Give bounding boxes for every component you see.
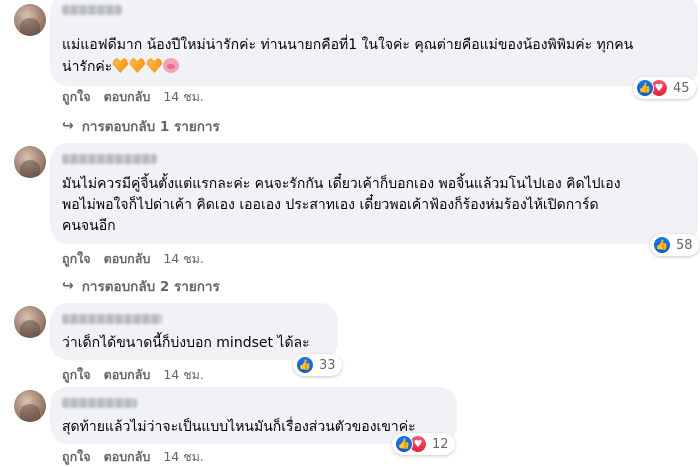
like-link[interactable]: ถูกใจ xyxy=(62,87,91,107)
reaction-summary[interactable]: 👍 ♥ 12 xyxy=(392,433,455,455)
reaction-count: 12 xyxy=(432,436,449,452)
author-name-blurred[interactable] xyxy=(62,154,157,164)
like-reaction-icon: 👍 xyxy=(653,236,671,254)
like-reaction-icon: 👍 xyxy=(636,79,654,97)
avatar[interactable] xyxy=(14,4,46,36)
comment-actions: ถูกใจ ตอบกลับ 14 ชม. xyxy=(62,365,204,385)
timestamp[interactable]: 14 ชม. xyxy=(163,249,204,269)
comment-bubble: ว่าเด็กได้ขนาดนี้ก็บ่งบอก mindset ได้ละ xyxy=(50,303,338,360)
emoji-row xyxy=(112,56,180,75)
like-reaction-icon: 👍 xyxy=(296,356,314,374)
pig-face-icon xyxy=(163,58,180,73)
author-name-blurred[interactable] xyxy=(62,314,162,324)
orange-heart-icon xyxy=(146,58,163,73)
replies-label[interactable]: การตอบกลับ 2 รายการ xyxy=(82,275,220,297)
comment-bubble: มันไม่ควรมีคู่จิ้นตั้งแต่แรกละค่ะ คนจะรั… xyxy=(50,143,698,244)
timestamp[interactable]: 14 ชม. xyxy=(163,87,204,107)
reply-link[interactable]: ตอบกลับ xyxy=(104,447,151,467)
reply-link[interactable]: ตอบกลับ xyxy=(104,249,151,269)
like-reaction-icon: 👍 xyxy=(395,435,413,453)
reaction-count: 58 xyxy=(676,237,693,253)
comment-actions: ถูกใจ ตอบกลับ 14 ชม. xyxy=(62,87,204,107)
view-replies[interactable]: ↪ การตอบกลับ 1 รายการ xyxy=(62,115,220,137)
comment-bubble: แม่แอฟดีมาก น้องปีใหม่น่ารักค่ะ ท่านนายก… xyxy=(50,0,698,86)
reply-arrow-icon: ↪ xyxy=(62,278,74,294)
comment-text: สุดท้ายแล้วไม่ว่าจะเป็นแบบไหนมันก็เรื่อง… xyxy=(62,419,416,435)
comment-text: มันไม่ควรมีคู่จิ้นตั้งแต่แรกละค่ะ คนจะรั… xyxy=(62,176,621,234)
reply-link[interactable]: ตอบกลับ xyxy=(104,87,151,107)
reaction-summary[interactable]: 👍 33 xyxy=(293,354,342,376)
timestamp[interactable]: 14 ชม. xyxy=(163,365,204,385)
like-link[interactable]: ถูกใจ xyxy=(62,249,91,269)
reaction-summary[interactable]: 👍 ♥ 45 xyxy=(633,77,696,99)
view-replies[interactable]: ↪ การตอบกลับ 2 รายการ xyxy=(62,275,220,297)
orange-heart-icon xyxy=(112,58,129,73)
comment-text: ว่าเด็กได้ขนาดนี้ก็บ่งบอก mindset ได้ละ xyxy=(62,335,310,351)
avatar[interactable] xyxy=(14,146,46,178)
reaction-summary[interactable]: 👍 58 xyxy=(650,234,699,256)
reaction-count: 33 xyxy=(319,357,336,373)
avatar[interactable] xyxy=(14,306,46,338)
replies-label[interactable]: การตอบกลับ 1 รายการ xyxy=(82,115,220,137)
avatar[interactable] xyxy=(14,390,46,422)
author-name-blurred[interactable] xyxy=(62,398,137,408)
reaction-count: 45 xyxy=(673,80,690,96)
timestamp[interactable]: 14 ชม. xyxy=(163,447,204,467)
reply-link[interactable]: ตอบกลับ xyxy=(104,365,151,385)
comment-actions: ถูกใจ ตอบกลับ 14 ชม. xyxy=(62,249,204,269)
like-link[interactable]: ถูกใจ xyxy=(62,447,91,467)
reply-arrow-icon: ↪ xyxy=(62,118,74,134)
author-name-blurred[interactable] xyxy=(62,5,122,15)
comment-actions: ถูกใจ ตอบกลับ 14 ชม. xyxy=(62,447,204,467)
like-link[interactable]: ถูกใจ xyxy=(62,365,91,385)
orange-heart-icon xyxy=(129,58,146,73)
